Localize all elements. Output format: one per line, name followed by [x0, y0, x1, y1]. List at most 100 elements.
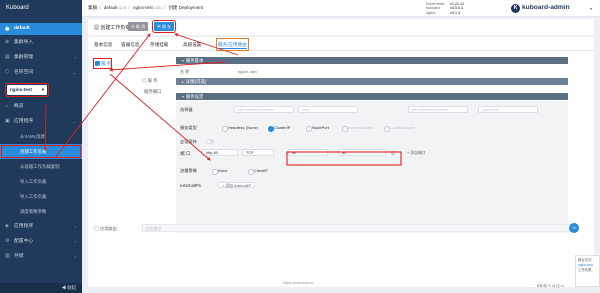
- sidebar-cluster[interactable]: ◉ default: [0, 23, 82, 35]
- save-label: 保 存: [162, 24, 172, 29]
- port-input[interactable]: 80: [288, 149, 328, 156]
- add-external-ip-button[interactable]: + 添加 externalIP: [218, 182, 256, 188]
- version-value: v3.1.3: [450, 10, 460, 15]
- section-detail[interactable]: ▸ 详情(可选): [176, 78, 568, 85]
- sidebar-item-storage[interactable]: ▥ 存储 ›: [0, 249, 82, 264]
- sidebar-sub-item[interactable]: 从容器工作负载复制: [0, 159, 82, 174]
- section-title: 服务基本: [185, 58, 204, 63]
- radio-nodeport[interactable]: NodePort: [306, 125, 329, 132]
- namespace-icon: ⬡: [5, 69, 10, 75]
- sidebar-sub-item[interactable]: 从YAML创建: [0, 129, 82, 144]
- storage-icon: ▥: [5, 253, 10, 259]
- chevron-down-icon: ⌄: [72, 119, 76, 124]
- sidebar-item-label: 集群导入: [14, 40, 34, 45]
- target-port-input[interactable]: 80: [338, 149, 386, 156]
- config-icon: ⚙: [5, 238, 10, 244]
- service-sub-text: 服 务: [147, 78, 158, 83]
- action-bar: ▦ 创建工作负载CDN ⊘ 取 消 ▣ 保 存: [88, 19, 594, 35]
- tab-container[interactable]: 容器信息: [121, 40, 139, 49]
- sidebar-item-cluster-manage[interactable]: ▤ 集群管理 ›: [0, 50, 82, 65]
- cluster-icon: ◉: [5, 26, 10, 32]
- port-name-input[interactable]: http-80: [202, 149, 238, 156]
- checkbox-checked[interactable]: [95, 61, 100, 70]
- import-icon: ⊕: [5, 39, 10, 45]
- service-type-label: 服务类型: [180, 125, 197, 130]
- sidebar-item-label: 应用程序: [14, 119, 34, 124]
- save-button[interactable]: ▣ 保 存: [151, 19, 177, 34]
- selector-label: 选择器: [180, 107, 193, 112]
- chevron-icon: ›: [74, 55, 76, 60]
- service-checkbox[interactable]: 服 务: [92, 58, 113, 70]
- sidebar-item-workloads[interactable]: ▣ 应用程序 ⌄: [0, 114, 82, 129]
- radio-loadbalancer: LoadBalancer: [384, 125, 415, 132]
- port-protocol-select[interactable]: TCP: [242, 149, 274, 156]
- footer-url[interactable]: https://kuboard.cn: [283, 281, 313, 285]
- service-settings-box: [176, 101, 568, 233]
- sidebar-item-label: 配置中心: [14, 239, 34, 244]
- sidebar-item-label: 名称空间: [14, 70, 34, 75]
- affinity-toggle[interactable]: [206, 139, 214, 144]
- breadcrumb-current: 创建 Deployment: [168, 5, 204, 10]
- add-port-button[interactable]: + 添加端口: [404, 150, 428, 156]
- radio-affinity-clientip[interactable]: ClientIP: [248, 168, 268, 175]
- selector-key-input[interactable]: k8s.kuboard.cn/name: [234, 106, 294, 113]
- cluster-manage-icon: ▤: [5, 54, 10, 60]
- chevron-down-icon: ▾: [182, 59, 184, 63]
- system-tray: CN 中 ∧ ⊡ ◫ ▭: [537, 284, 565, 288]
- tab-service-route[interactable]: 服务/应用路由: [216, 38, 249, 51]
- breadcrumb-tag: CDN: [153, 6, 162, 10]
- sidebar-sub-item[interactable]: 导入工作负载: [0, 174, 82, 189]
- selector-value-input-2[interactable]: nginx-test: [478, 106, 538, 113]
- checkbox-unchecked[interactable]: [94, 226, 99, 231]
- sidebar-item-import[interactable]: ⊕ 集群导入: [0, 35, 82, 50]
- avatar[interactable]: K: [511, 4, 520, 13]
- tab-storage[interactable]: 存储挂载: [150, 40, 168, 49]
- recent-visit-item[interactable]: 工作负载: [578, 268, 597, 273]
- radio-affinity-none[interactable]: None: [212, 168, 228, 175]
- sidebar-item-namespace[interactable]: ⬡ 名称空间 ⌄: [0, 65, 82, 80]
- recent-visit-panel[interactable]: 最近访问 nginx-test 工作负载: [575, 255, 600, 287]
- breadcrumb-item[interactable]: 集群: [88, 5, 97, 10]
- sidebar-item-apps[interactable]: ◈ 应用程序 ›: [0, 219, 82, 234]
- tab-advanced[interactable]: 高级设置: [183, 40, 201, 49]
- sidebar-item-overview[interactable]: ⌂ 概览: [0, 99, 82, 114]
- user-menu[interactable]: kuboard-admin: [522, 4, 570, 11]
- service-port-label: 服务端口: [144, 89, 162, 94]
- collapse-sidebar-button[interactable]: ◀ 收起: [0, 283, 82, 293]
- remove-port-icon[interactable]: ×: [391, 150, 395, 156]
- sidebar-item-config[interactable]: ⚙ 配置中心 ›: [0, 234, 82, 249]
- chat-help-icon[interactable]: ☺: [569, 223, 579, 233]
- sidebar-sub-item[interactable]: 导入工作负载: [0, 189, 82, 204]
- radio-clusterip[interactable]: ClusterIP: [268, 125, 290, 132]
- app-root: Kuboard ◉ default ⊕ 集群导入 ▤ 集群管理 › ⬡ 名称空间…: [0, 0, 600, 293]
- chevron-down-icon[interactable]: ▾: [590, 6, 592, 11]
- app-route-label: 应用路由: [100, 226, 117, 231]
- tab-basic[interactable]: 基本信息: [94, 40, 112, 49]
- chevron-right-icon: ▸: [182, 80, 184, 84]
- sidebar-sub-item-create-workload[interactable]: 创建工作负载: [0, 144, 82, 159]
- app-route-checkbox[interactable]: 应用路由: [94, 226, 117, 232]
- selector-value-input[interactable]: web: [298, 106, 358, 113]
- service-sub-label: ◎ 服 务: [142, 78, 158, 84]
- chevron-icon: ›: [74, 254, 76, 259]
- chevron-down-icon: ⌄: [72, 70, 76, 75]
- sidebar-item-label: 概览: [14, 104, 24, 109]
- section-title: 详情(可选): [185, 79, 207, 84]
- cancel-button[interactable]: ⊘ 取 消: [128, 22, 148, 31]
- radio-headless[interactable]: Headless (None): [222, 125, 258, 132]
- breadcrumb: 集群 / defaultCDN / nginx-testCDN / 创建 Deploy…: [88, 5, 204, 10]
- version-name: Agent: [426, 10, 436, 15]
- sidebar: Kuboard ◉ default ⊕ 集群导入 ▤ 集群管理 › ⬡ 名称空间…: [0, 0, 82, 293]
- version-row: Agent v3.1.3: [426, 11, 464, 15]
- port-label: 端 口: [180, 151, 191, 156]
- namespace-select[interactable]: nginx-test ▾: [5, 83, 49, 97]
- page-title-icon: ▦: [94, 25, 100, 31]
- breadcrumb-item[interactable]: nginx-test: [133, 5, 153, 10]
- external-ips-label: externalIPs: [180, 183, 201, 188]
- sidebar-sub-item[interactable]: 调度策略参数: [0, 204, 82, 219]
- chevron-icon: ›: [74, 224, 76, 229]
- service-checkbox-label: 服 务: [101, 61, 112, 66]
- service-panel: 服 务 ◎ 服 务 服务端口 ▾服务基本 名 称 ng1m--lvjn ▸详情(…: [88, 51, 594, 287]
- breadcrumb-item[interactable]: default: [104, 5, 118, 10]
- selector-key-input-2[interactable]: k8s.kuboard.cn/name: [408, 106, 468, 113]
